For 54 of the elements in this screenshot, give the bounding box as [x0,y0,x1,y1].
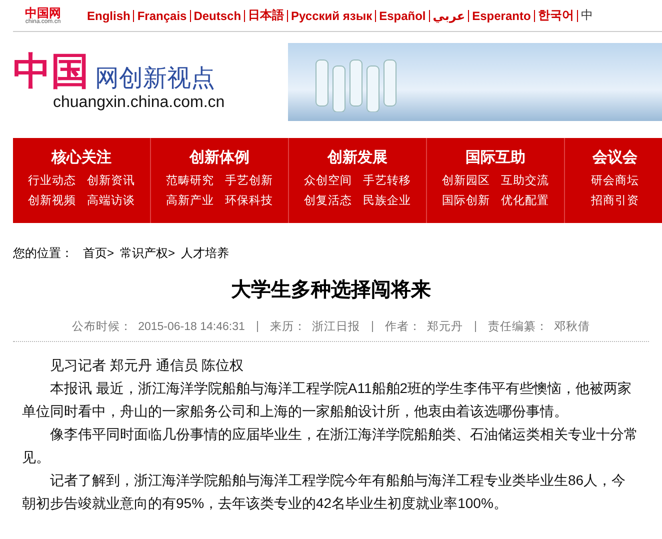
language-link[interactable]: 한국어 [538,7,574,24]
nav-link[interactable]: 优化配置 [501,193,549,208]
nav-link[interactable]: 手艺转移 [363,173,411,188]
breadcrumb-link[interactable]: 人才培养 [181,245,230,262]
nav-category[interactable]: 会议会 [592,148,638,167]
nav-link[interactable]: 国际创新 [442,193,490,208]
nav-link[interactable]: 行业动态 [28,173,76,188]
article-paragraph: 本报讯 最近，浙江海洋学院船舶与海洋工程学院A11船舶2班的学生李伟平有些懊恼，他被两家单位同时看中，舟山的一家船务公司和上海的一家船舶设计所，他衷由着该选哪份事情。 [22,379,633,421]
language-link[interactable]: Deutsch [194,8,242,22]
meta-value: 2015-06-18 14:46:31 [138,320,245,332]
language-link[interactable]: Español [379,8,426,22]
advertisement-banner[interactable] [288,43,662,121]
language-link[interactable]: 中 [580,7,593,24]
nav-link[interactable]: 创新园区 [442,173,490,188]
language-link[interactable]: English [87,8,130,22]
logo-url: chuangxin.china.com.cn [53,94,226,112]
nav-link[interactable]: 互助交流 [501,173,549,188]
meta-label: 责任编纂： [488,320,548,334]
language-link[interactable]: Русский язык [291,8,372,22]
article-title: 大学生多种选择闯将来 [230,278,432,303]
breadcrumb-label: 您的位置： [13,245,73,262]
language-link[interactable]: 日本語 [248,7,284,24]
nav-link[interactable]: 众创空间 [304,173,352,188]
nav-link[interactable]: 研会商坛 [591,173,639,188]
breadcrumb-link[interactable]: 首页> [83,245,114,262]
language-link[interactable]: Esperanto [472,8,531,22]
nav-category[interactable]: 创新体例 [190,148,250,167]
nav-link[interactable]: 创复活态 [304,193,352,208]
meta-label: 作者： [384,320,421,334]
nav-link[interactable]: 创新视频 [28,193,76,208]
language-link[interactable]: عربي [432,8,466,22]
nav-link[interactable]: 招商引资 [591,193,639,208]
nav-link[interactable]: 手艺创新 [225,173,273,188]
nav-link[interactable]: 范畴研究 [166,173,214,188]
nav-link[interactable]: 民族企业 [363,193,411,208]
article-paragraph: 记者了解到，浙江海洋学院船舶与海洋工程学院今年有船舶与海洋工程专业类毕业生86人，今朝初步告竣就业意向的有95%，去年该类专业的42名毕业生初度就业率100%。 [22,471,627,513]
meta-value: 郑元丹 [426,320,463,334]
nav-category[interactable]: 创新发展 [328,148,388,167]
nav-link[interactable]: 创新资讯 [87,173,135,188]
meta-value: 邓秋倩 [554,320,590,334]
article-paragraph: 见习记者 郑元丹 通信员 陈位权 [49,356,245,375]
meta-label: 来历： [270,320,306,334]
nav-category[interactable]: 国际互助 [466,148,526,167]
article-paragraph: 像李伟平同时面临几份事情的应届毕业生，在浙江海洋学院船舶类、石油储运类相关专业十分常见。 [22,425,638,467]
nav-link[interactable]: 高新产业 [166,193,214,208]
meta-value: 浙江日报 [312,320,360,334]
logo-mark: 中国 [13,52,89,94]
language-link[interactable]: Français [137,8,187,22]
nav-category[interactable]: 核心关注 [52,148,112,167]
nav-link[interactable]: 高端访谈 [87,193,135,208]
meta-label: 公布时候： [72,320,132,334]
breadcrumb-link[interactable]: 常识产权> [120,245,176,262]
logo-title: 网创新视点 [95,64,215,94]
nav-link[interactable]: 环保科技 [225,193,273,208]
